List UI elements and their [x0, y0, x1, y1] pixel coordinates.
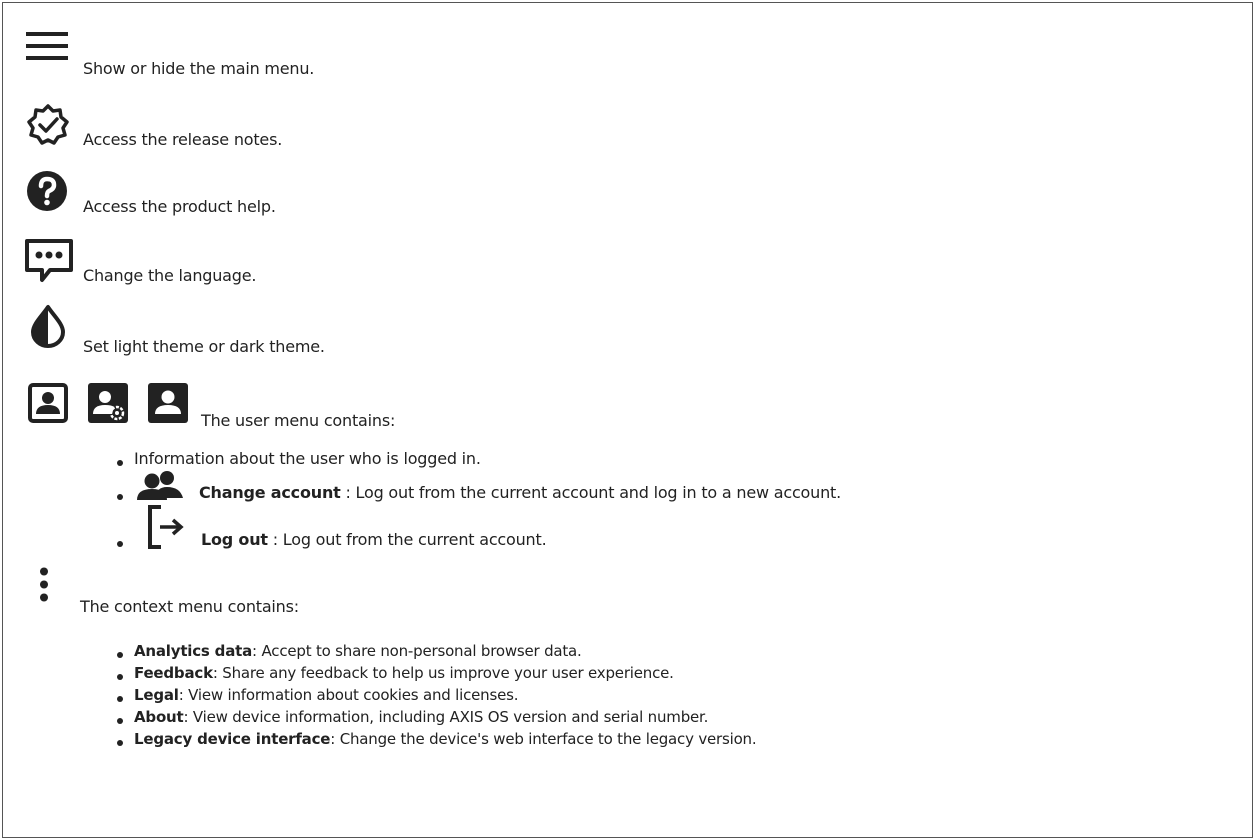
bullet: [117, 740, 123, 746]
user-info-item: Information about the user who is logged…: [134, 449, 481, 468]
context-item-label: Legal: [134, 686, 179, 704]
language-description: Change the language.: [83, 266, 257, 285]
change-account-icon: [134, 470, 186, 500]
bullet: [117, 541, 123, 547]
user-filled-icon: [148, 383, 188, 423]
theme-icon: [30, 304, 66, 348]
context-item-label: Legacy device interface: [134, 730, 331, 748]
bullet: [117, 460, 123, 466]
context-menu-description: The context menu contains:: [80, 597, 299, 616]
log-out-text: : Log out from the current account.: [267, 530, 547, 549]
context-item-text: : Accept to share non-personal browser d…: [252, 642, 582, 660]
context-item-legacy: Legacy device interface: Change the devi…: [134, 730, 757, 748]
context-item-label: About: [134, 708, 184, 726]
context-item-label: Analytics data: [134, 642, 253, 660]
context-item-feedback: Feedback: Share any feedback to help us …: [134, 664, 674, 682]
bullet: [117, 718, 123, 724]
bullet: [117, 674, 123, 680]
context-item-analytics: Analytics data: Accept to share non-pers…: [134, 642, 582, 660]
help-description: Access the product help.: [83, 197, 276, 216]
user-menu-description: The user menu contains:: [201, 411, 396, 430]
change-account-text: : Log out from the current account and l…: [340, 483, 841, 502]
context-item-text: : Change the device's web interface to t…: [330, 730, 757, 748]
log-out-icon: [146, 503, 186, 551]
release-notes-icon: [26, 103, 70, 147]
menu-description: Show or hide the main menu.: [83, 59, 315, 78]
user-settings-icon: [88, 383, 128, 423]
log-out-label: Log out: [201, 530, 268, 549]
context-item-legal: Legal: View information about cookies an…: [134, 686, 519, 704]
change-account-item: Change account : Log out from the curren…: [199, 483, 841, 502]
context-item-text: : View device information, including AXI…: [183, 708, 709, 726]
context-item-text: : View information about cookies and lic…: [178, 686, 519, 704]
bullet: [117, 696, 123, 702]
context-item-text: : Share any feedback to help us improve …: [212, 664, 674, 682]
bullet: [117, 494, 123, 500]
context-menu-icon: [39, 567, 49, 603]
release-notes-description: Access the release notes.: [83, 130, 283, 149]
menu-icon: [26, 32, 68, 60]
context-item-label: Feedback: [134, 664, 213, 682]
theme-description: Set light theme or dark theme.: [83, 337, 325, 356]
context-item-about: About: View device information, includin…: [134, 708, 708, 726]
log-out-item: Log out : Log out from the current accou…: [201, 530, 547, 549]
help-icon: [26, 170, 68, 212]
user-icon: [28, 383, 68, 423]
bullet: [117, 652, 123, 658]
language-icon: [24, 238, 74, 284]
change-account-label: Change account: [199, 483, 341, 502]
